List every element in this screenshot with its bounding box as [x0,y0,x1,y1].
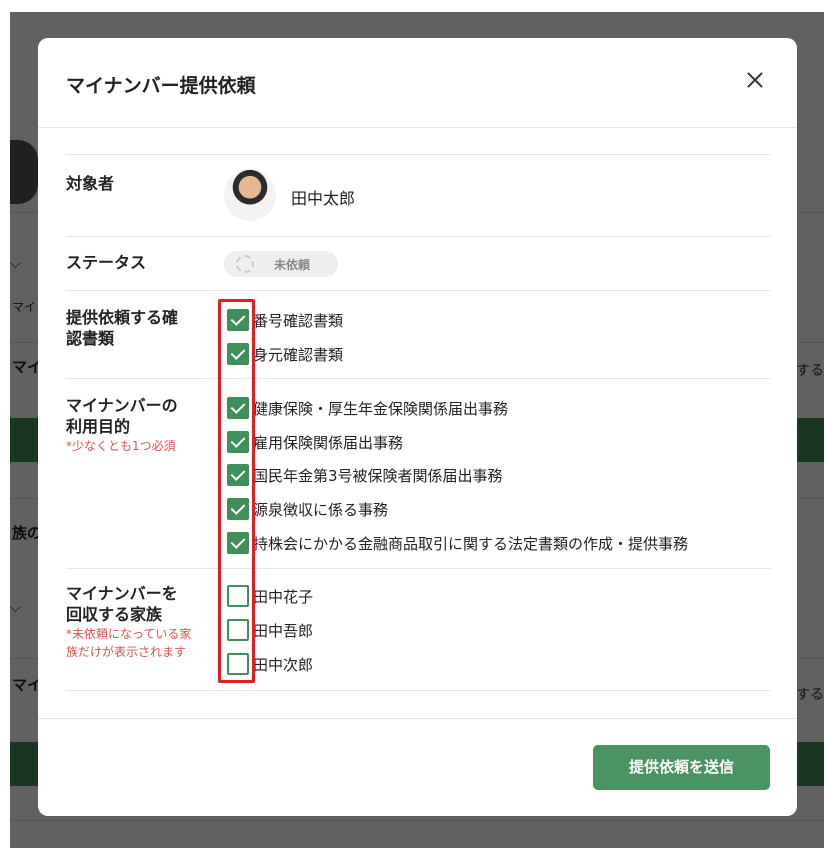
purposes-row: マイナンバーの 利用目的 *少なくとも1つ必須 健康保険・厚生年金保険関係届出事… [66,378,771,568]
target-row: 対象者 田中太郎 [66,154,771,236]
target-name: 田中太郎 [291,189,356,208]
checkbox-label[interactable]: 番号確認書類 [253,310,343,331]
checkbox-label[interactable]: 源泉徴収に係る事務 [253,499,388,520]
status-badge: 未依頼 [224,251,338,277]
request-modal: マイナンバー提供依頼 対象者 田中太郎 ステータス 未依頼 提供依頼する確 認書… [38,38,797,816]
checkbox-checked[interactable] [227,309,249,331]
checkbox-label[interactable]: 田中次郎 [253,654,313,675]
family-row: マイナンバーを 回収する家族 *未依頼になっている家 族だけが表示されます 田中… [66,568,771,690]
purposes-label: マイナンバーの 利用目的 *少なくとも1つ必須 [66,395,178,455]
divider [66,690,771,691]
status-value: 未依頼 [274,258,311,272]
status-row: ステータス 未依頼 [66,236,771,290]
checkbox-unchecked[interactable] [227,585,249,607]
documents-row: 提供依頼する確 認書類 番号確認書類 身元確認書類 [66,290,771,378]
checkbox-unchecked[interactable] [227,653,249,675]
pending-icon [236,255,254,273]
status-label: ステータス [66,253,147,272]
checkbox-label[interactable]: 田中吾郎 [253,620,313,641]
checkbox-label[interactable]: 田中花子 [253,586,313,607]
checkbox-checked[interactable] [227,498,249,520]
close-icon[interactable] [743,68,767,92]
avatar [224,169,276,221]
modal-footer: 提供依頼を送信 [38,718,797,816]
checkbox-label[interactable]: 国民年金第3号被保険者関係届出事務 [253,465,503,486]
checkbox-label[interactable]: 身元確認書類 [253,344,343,365]
checkbox-label[interactable]: 雇用保険関係届出事務 [253,432,403,453]
family-label-line2: 回収する家族 [66,605,163,624]
submit-button[interactable]: 提供依頼を送信 [593,745,770,790]
checkbox-checked[interactable] [227,532,249,554]
checkbox-checked[interactable] [227,431,249,453]
purposes-label-line1: マイナンバーの [66,396,178,415]
checkbox-unchecked[interactable] [227,619,249,641]
family-label: マイナンバーを 回収する家族 *未依頼になっている家 族だけが表示されます [66,583,191,661]
documents-label-line1: 提供依頼する確 [66,308,179,327]
checkbox-checked[interactable] [227,343,249,365]
checkbox-checked[interactable] [227,397,249,419]
purposes-note: *少なくとも1つ必須 [66,439,176,453]
documents-label: 提供依頼する確 認書類 [66,307,178,349]
checkbox-label[interactable]: 持株会にかかる金融商品取引に関する法定書類の作成・提供事務 [253,533,688,554]
modal-header: マイナンバー提供依頼 [38,38,797,128]
purposes-label-line2: 利用目的 [66,417,131,436]
documents-label-line2: 認書類 [66,329,115,348]
target-label: 対象者 [66,174,115,193]
checkbox-checked[interactable] [227,464,249,486]
modal-title: マイナンバー提供依頼 [66,75,256,97]
family-note-line2: 族だけが表示されます [66,645,187,659]
family-note-line1: *未依頼になっている家 [66,627,192,641]
checkbox-label[interactable]: 健康保険・厚生年金保険関係届出事務 [253,398,508,419]
family-label-line1: マイナンバーを [66,584,178,603]
